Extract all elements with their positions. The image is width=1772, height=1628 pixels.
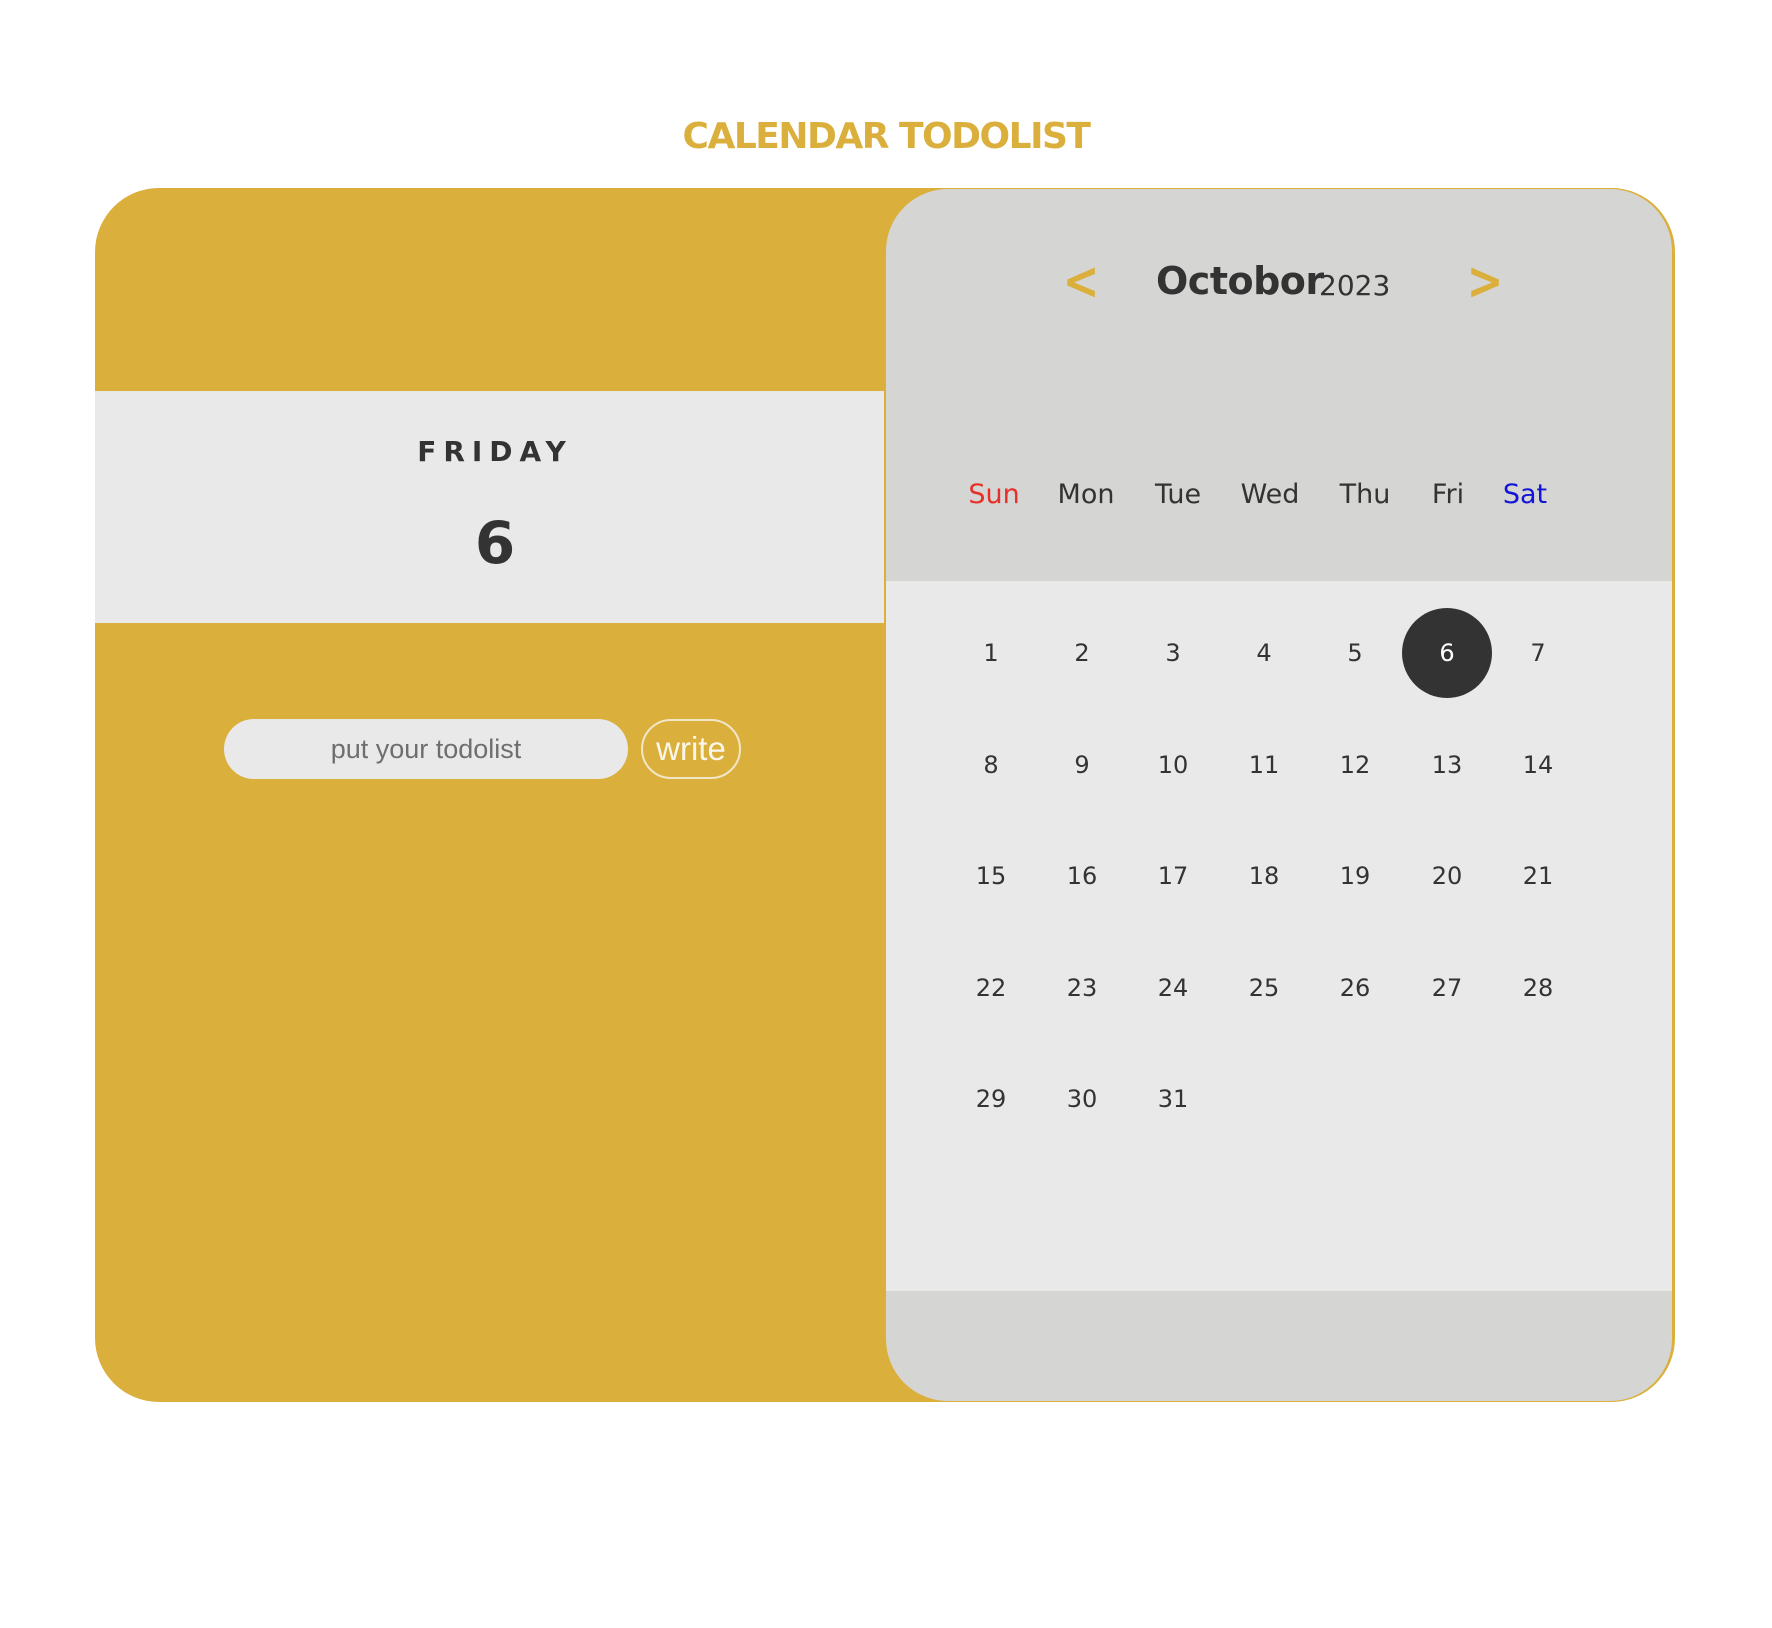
weekday-sat: Sat bbox=[1502, 479, 1548, 510]
date-cell[interactable]: 21 bbox=[1493, 831, 1583, 921]
date-cell[interactable]: 12 bbox=[1310, 720, 1400, 810]
date-cell[interactable]: 27 bbox=[1402, 943, 1492, 1033]
chevron-right-icon[interactable]: > bbox=[1460, 245, 1510, 317]
date-cell[interactable]: 4 bbox=[1219, 608, 1309, 698]
calendar-header: < Octobor 2023 > bbox=[886, 189, 1672, 319]
dates-grid: 1 2 3 4 5 6 7 8 9 10 11 12 13 14 15 16 17 18 19 20 21 22 23 24 2… bbox=[886, 581, 1672, 1291]
selected-date-panel: FRIDAY 6 bbox=[95, 391, 895, 623]
todo-input[interactable] bbox=[224, 719, 628, 779]
date-cell[interactable]: 29 bbox=[946, 1054, 1036, 1144]
weekday-thu: Thu bbox=[1339, 479, 1391, 510]
date-cell[interactable]: 25 bbox=[1219, 943, 1309, 1033]
date-cell[interactable]: 17 bbox=[1128, 831, 1218, 921]
weekday-header-row: Sun Mon Tue Wed Thu Fri Sat bbox=[968, 479, 1621, 519]
date-cell[interactable]: 3 bbox=[1128, 608, 1218, 698]
date-cell[interactable]: 30 bbox=[1037, 1054, 1127, 1144]
weekday-mon: Mon bbox=[1057, 479, 1115, 510]
selected-day-number: 6 bbox=[474, 509, 516, 577]
date-cell[interactable]: 10 bbox=[1128, 720, 1218, 810]
date-cell[interactable]: 14 bbox=[1493, 720, 1583, 810]
year-label: 2023 bbox=[1319, 269, 1391, 302]
write-button[interactable]: write bbox=[641, 719, 741, 779]
selected-weekday: FRIDAY bbox=[417, 435, 573, 468]
weekday-sun: Sun bbox=[968, 479, 1020, 510]
date-cell[interactable]: 2 bbox=[1037, 608, 1127, 698]
date-cell[interactable]: 9 bbox=[1037, 720, 1127, 810]
date-cell[interactable]: 1 bbox=[946, 608, 1036, 698]
date-cell[interactable]: 26 bbox=[1310, 943, 1400, 1033]
date-cell-selected[interactable]: 6 bbox=[1402, 608, 1492, 698]
date-cell[interactable]: 20 bbox=[1402, 831, 1492, 921]
date-cell[interactable]: 31 bbox=[1128, 1054, 1218, 1144]
month-label: Octobor bbox=[1156, 259, 1324, 303]
date-cell[interactable]: 11 bbox=[1219, 720, 1309, 810]
date-cell[interactable]: 18 bbox=[1219, 831, 1309, 921]
date-cell[interactable]: 22 bbox=[946, 943, 1036, 1033]
date-cell[interactable]: 23 bbox=[1037, 943, 1127, 1033]
date-cell[interactable]: 15 bbox=[946, 831, 1036, 921]
date-cell[interactable]: 24 bbox=[1128, 943, 1218, 1033]
calendar-panel: < Octobor 2023 > Sun Mon Tue Wed Thu Fri… bbox=[884, 188, 1674, 1402]
chevron-left-icon[interactable]: < bbox=[1056, 245, 1106, 317]
weekday-tue: Tue bbox=[1154, 479, 1202, 510]
date-cell[interactable]: 8 bbox=[946, 720, 1036, 810]
date-cell[interactable]: 13 bbox=[1402, 720, 1492, 810]
date-cell[interactable]: 28 bbox=[1493, 943, 1583, 1033]
weekday-wed: Wed bbox=[1240, 479, 1300, 510]
date-cell[interactable]: 5 bbox=[1310, 608, 1400, 698]
app-container: FRIDAY 6 write < Octobor 2023 > Sun Mon … bbox=[95, 188, 1675, 1402]
date-cell[interactable]: 7 bbox=[1493, 608, 1583, 698]
date-cell[interactable]: 19 bbox=[1310, 831, 1400, 921]
page-title: CALENDAR TODOLIST bbox=[682, 116, 1091, 157]
date-cell[interactable]: 16 bbox=[1037, 831, 1127, 921]
